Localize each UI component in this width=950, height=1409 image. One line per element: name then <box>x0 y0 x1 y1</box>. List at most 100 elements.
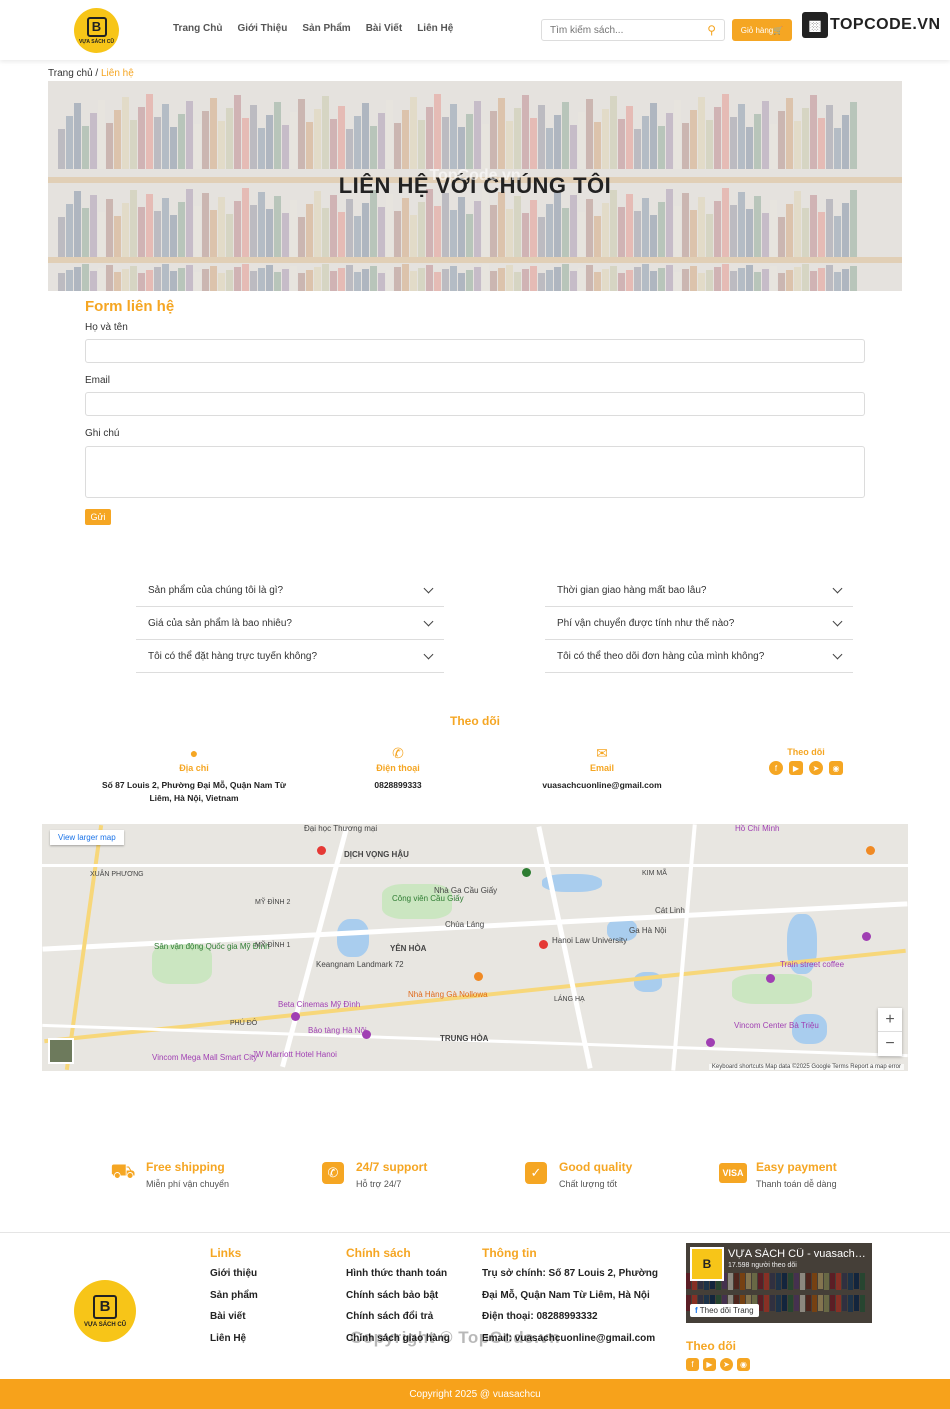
discord-icon[interactable]: ◉ <box>829 761 843 775</box>
google-map[interactable]: DỊCH VỌNG HẬU YÊN HÒA Hanoi Law Universi… <box>42 824 908 1071</box>
hero-banner: LIÊN HỆ VỚI CHÚNG TÔI TopCode.vn <box>48 81 902 291</box>
footer-logo[interactable]: B VỰA SÁCH CŨ <box>74 1280 136 1342</box>
footer-policy-link[interactable]: Hình thức thanh toán <box>346 1268 450 1290</box>
nav-item-about[interactable]: Giới Thiệu <box>237 23 287 34</box>
fb-avatar: B <box>690 1247 724 1281</box>
feature-quality: ✓ Good quality Chất lượng tốt <box>521 1160 632 1189</box>
map-label: Keangnam Landmark 72 <box>316 960 404 969</box>
logo-text: VỰA SÁCH CŨ <box>78 38 115 45</box>
follow-label: Theo dõi <box>787 747 825 757</box>
map-pin-icon[interactable] <box>522 868 531 877</box>
map-label: Ga Hà Nội <box>629 926 667 935</box>
youtube-icon[interactable]: ▶ <box>789 761 803 775</box>
nav-item-products[interactable]: Sản Phẩm <box>302 23 350 34</box>
view-larger-map-link[interactable]: View larger map <box>50 830 124 845</box>
fb-follow-label: Theo dõi Trang <box>699 1306 754 1315</box>
chevron-down-icon <box>832 649 843 660</box>
map-pin-icon[interactable] <box>866 846 875 855</box>
zoom-control: + − <box>878 1008 902 1056</box>
feature-title: 24/7 support <box>356 1160 428 1174</box>
footer-link[interactable]: Liên Hệ <box>210 1333 258 1355</box>
map-label: YÊN HÒA <box>390 944 427 953</box>
zoom-out-button[interactable]: − <box>878 1032 902 1056</box>
cart-button[interactable]: Giỏ hàng 🛒 <box>732 19 792 41</box>
site-logo[interactable]: B VỰA SÁCH CŨ <box>74 8 119 53</box>
satellite-toggle[interactable] <box>48 1038 74 1064</box>
faq-item[interactable]: Phí vận chuyển được tính như thế nào? <box>545 608 853 640</box>
email-field[interactable] <box>85 392 865 416</box>
fb-follow-button[interactable]: f Theo dõi Trang <box>690 1304 759 1317</box>
telegram-icon[interactable]: ➤ <box>809 761 823 775</box>
map-pin-icon[interactable] <box>317 846 326 855</box>
map-label: Đại học Thương mại <box>304 824 378 833</box>
footer-link[interactable]: Giới thiệu <box>210 1268 258 1290</box>
map-pin-icon[interactable] <box>766 974 775 983</box>
breadcrumb-current: Liên hệ <box>101 68 134 79</box>
map-label: Chùa Láng <box>445 920 485 929</box>
map-road <box>42 864 908 867</box>
email-value[interactable]: vuasachcuonline@gmail.com <box>507 779 697 792</box>
chevron-down-icon <box>423 616 434 627</box>
facebook-icon[interactable]: f <box>769 761 783 775</box>
map-label: Công viên Cầu Giấy <box>392 894 464 903</box>
phone-value[interactable]: 0828899333 <box>303 779 493 792</box>
facebook-icon[interactable]: f <box>686 1358 699 1371</box>
map-pin-icon[interactable] <box>291 1012 300 1021</box>
submit-button[interactable]: Gửi <box>85 509 111 525</box>
cart-icon: 🛒 <box>773 25 784 35</box>
faq-item[interactable]: Tôi có thể đặt hàng trực tuyến không? <box>136 641 444 673</box>
breadcrumb-home[interactable]: Trang chủ <box>48 68 93 79</box>
faq-item[interactable]: Giá của sản phẩm là bao nhiêu? <box>136 608 444 640</box>
faq-item[interactable]: Sản phẩm của chúng tôi là gì? <box>136 575 444 607</box>
phone-label: Điện thoại <box>376 763 420 773</box>
contact-section-title: Theo dõi <box>450 714 500 728</box>
footer-link[interactable]: Bài viết <box>210 1311 258 1333</box>
map-label: Sân vận động Quốc gia Mỹ Đình <box>154 942 270 951</box>
discord-icon[interactable]: ◉ <box>737 1358 750 1371</box>
nav-item-contact[interactable]: Liên Hệ <box>417 23 453 34</box>
feature-support: ✆ 24/7 support Hỗ trợ 24/7 <box>318 1160 427 1189</box>
zoom-in-button[interactable]: + <box>878 1008 902 1032</box>
footer-info-line: Trụ sở chính: Số 87 Louis 2, Phường <box>482 1268 658 1279</box>
email-block: ✉ Email vuasachcuonline@gmail.com <box>507 745 697 792</box>
footer-policy-title: Chính sách <box>346 1246 411 1260</box>
breadcrumb: Trang chủ / Liên hệ <box>48 68 134 79</box>
topcode-logo-icon: ▩ <box>802 12 828 38</box>
search-input[interactable] <box>542 20 692 40</box>
map-pin-icon[interactable] <box>862 932 871 941</box>
fb-followers: 17.598 người theo dõi <box>728 1262 797 1269</box>
footer-links-column: Links Giới thiệu Sản phẩm Bài viết Liên … <box>210 1246 258 1354</box>
breadcrumb-sep: / <box>92 68 101 79</box>
youtube-icon[interactable]: ▶ <box>703 1358 716 1371</box>
map-attribution[interactable]: Keyboard shortcuts Map data ©2025 Google… <box>708 1064 904 1070</box>
follow-block: Theo dõi f ▶ ➤ ◉ <box>711 745 901 775</box>
faq-item[interactable]: Tôi có thể theo dõi đơn hàng của mình kh… <box>545 641 853 673</box>
name-label: Họ và tên <box>85 322 128 333</box>
name-field[interactable] <box>85 339 865 363</box>
map-pin-icon[interactable] <box>362 1030 371 1039</box>
map-label: Hanoi Law University <box>552 936 628 945</box>
footer-link[interactable]: Sản phẩm <box>210 1290 258 1312</box>
note-textarea[interactable] <box>85 446 865 498</box>
faq-item[interactable]: Thời gian giao hàng mất bao lâu? <box>545 575 853 607</box>
map-pin-icon[interactable] <box>474 972 483 981</box>
phone-block: ✆ Điện thoại 0828899333 <box>303 745 493 792</box>
telegram-icon[interactable]: ➤ <box>720 1358 733 1371</box>
map-label: PHÚ ĐÔ <box>230 1020 258 1027</box>
logo-b-icon: B <box>93 1294 117 1319</box>
feature-title: Free shipping <box>146 1160 225 1174</box>
copyright-watermark: Copyright © TopCode.vn <box>350 1328 561 1347</box>
search-icon[interactable]: ⚲ <box>707 23 716 37</box>
nav-item-home[interactable]: Trang Chủ <box>173 23 222 34</box>
map-pin-icon[interactable] <box>706 1038 715 1047</box>
phone-icon: ✆ <box>392 745 404 761</box>
nav-item-posts[interactable]: Bài Viết <box>366 23 403 34</box>
feature-sub: Hỗ trợ 24/7 <box>356 1179 402 1189</box>
map-pin-icon[interactable] <box>539 940 548 949</box>
footer-policy-link[interactable]: Chính sách bảo bật <box>346 1290 450 1312</box>
fb-page-name[interactable]: VỰA SÁCH CŨ - vuasachcu <box>728 1248 866 1260</box>
header: B VỰA SÁCH CŨ Trang Chủ Giới Thiệu Sản P… <box>0 0 950 60</box>
facebook-page-widget[interactable]: B VỰA SÁCH CŨ - vuasachcu 17.598 người t… <box>686 1243 872 1323</box>
topcode-watermark-logo: ▩ TOPCODE.VN <box>802 10 941 40</box>
map-road <box>671 824 697 1071</box>
